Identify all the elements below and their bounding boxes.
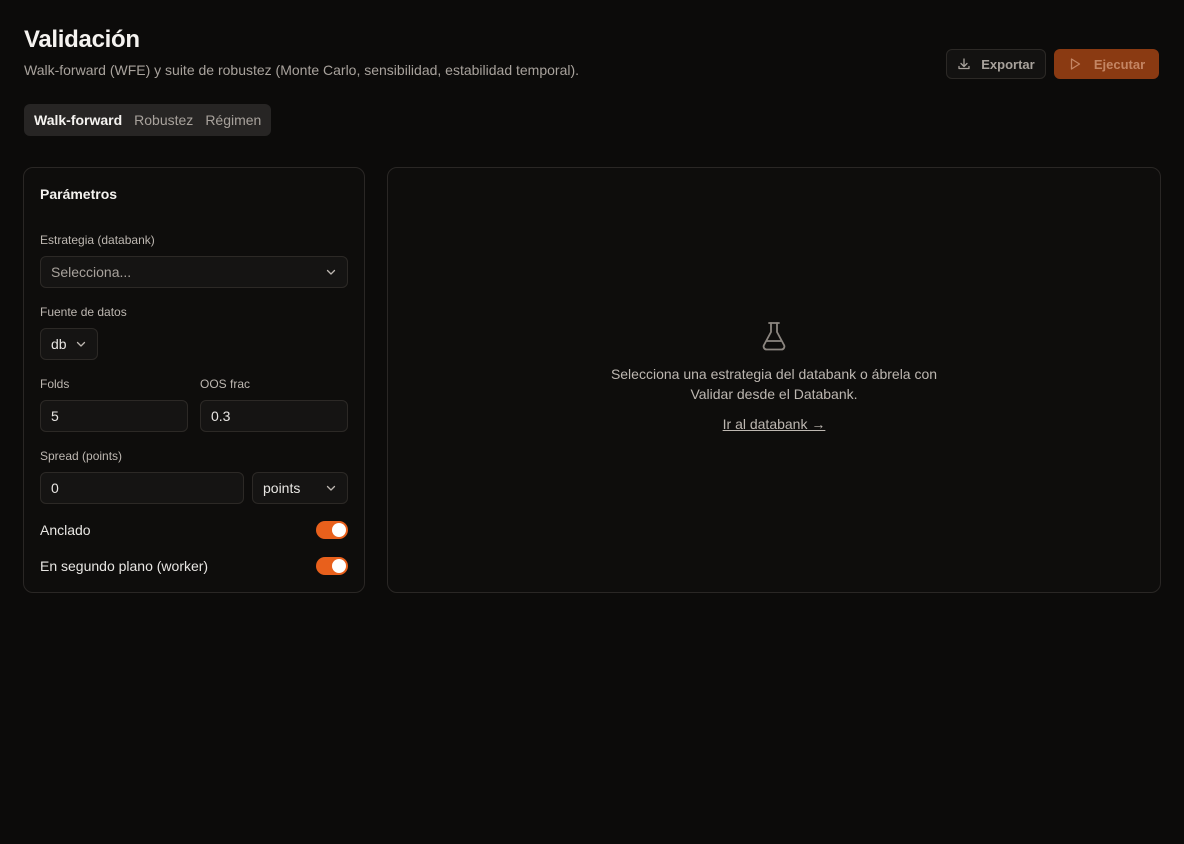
spread-unit-select[interactable]: points: [252, 472, 348, 504]
oos-frac-input[interactable]: 0.3: [200, 400, 348, 432]
run-label: Ejecutar: [1093, 56, 1146, 72]
anchored-toggle[interactable]: [316, 521, 348, 539]
tab-walk-forward[interactable]: Walk-forward: [28, 108, 128, 132]
page-subtitle: Walk-forward (WFE) y suite de robustez (…: [24, 62, 580, 78]
empty-state: Selecciona una estrategia del databank o…: [388, 320, 1160, 432]
export-label: Exportar: [981, 56, 1035, 72]
background-worker-row: En segundo plano (worker): [40, 556, 348, 576]
download-icon: [957, 57, 971, 71]
run-button[interactable]: Ejecutar: [1054, 49, 1159, 79]
oos-frac-label: OOS frac: [200, 377, 251, 391]
play-icon: [1068, 57, 1082, 71]
anchored-row: Anclado: [40, 520, 348, 540]
export-button[interactable]: Exportar: [946, 49, 1046, 79]
go-to-databank-link[interactable]: Ir al databank →: [723, 416, 826, 432]
page-title: Validación: [24, 26, 140, 53]
page-header: Validación Walk-forward (WFE) y suite de…: [24, 24, 579, 79]
spread-input[interactable]: 0: [40, 472, 244, 504]
parameters-panel: Parámetros Estrategia (databank) Selecci…: [23, 167, 365, 593]
parameters-title: Parámetros: [40, 186, 118, 202]
flask-icon: [760, 320, 788, 352]
chevron-down-icon: [325, 482, 337, 494]
tab-regimen[interactable]: Régimen: [199, 108, 267, 132]
source-select[interactable]: db: [40, 328, 98, 360]
validation-page: Validación Walk-forward (WFE) y suite de…: [0, 0, 1184, 844]
spread-unit-value: points: [263, 480, 301, 496]
source-label: Fuente de datos: [40, 305, 127, 319]
chevron-down-icon: [75, 338, 87, 350]
toggle-knob: [332, 523, 346, 537]
strategy-select[interactable]: Selecciona...: [40, 256, 348, 288]
source-value: db: [51, 336, 67, 352]
background-worker-label: En segundo plano (worker): [40, 558, 209, 574]
spread-label: Spread (points): [40, 449, 123, 463]
strategy-label: Estrategia (databank): [40, 233, 155, 247]
empty-message: Selecciona una estrategia del databank o…: [610, 366, 938, 402]
folds-value: 5: [51, 408, 59, 424]
results-panel: Selecciona una estrategia del databank o…: [387, 167, 1161, 593]
tab-robustez[interactable]: Robustez: [128, 108, 199, 132]
strategy-placeholder: Selecciona...: [51, 264, 132, 280]
toggle-knob: [332, 559, 346, 573]
folds-input[interactable]: 5: [40, 400, 188, 432]
header-actions: Exportar Ejecutar: [946, 49, 1159, 79]
spread-value: 0: [51, 480, 59, 496]
anchored-label: Anclado: [40, 522, 91, 538]
background-worker-toggle[interactable]: [316, 557, 348, 575]
tab-bar: Walk-forward Robustez Régimen: [24, 104, 272, 136]
folds-label: Folds: [40, 377, 70, 391]
chevron-down-icon: [325, 266, 337, 278]
oos-frac-value: 0.3: [211, 408, 231, 424]
